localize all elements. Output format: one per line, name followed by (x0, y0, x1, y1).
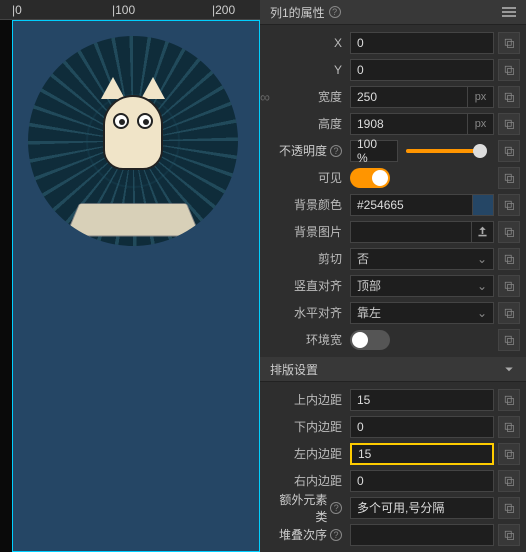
row-bgcolor: 背景颜色 #254665 (260, 191, 526, 218)
copy-icon[interactable] (498, 302, 520, 324)
menu-icon[interactable] (502, 7, 516, 17)
canvas[interactable] (12, 20, 260, 552)
section-header-layout[interactable]: 排版设置 (260, 357, 526, 382)
copy-icon[interactable] (498, 167, 520, 189)
clip-select[interactable]: 否⌄ (350, 248, 494, 270)
copy-icon[interactable] (498, 86, 520, 108)
section-header-column-props[interactable]: 列1的属性? (260, 0, 526, 25)
height-input[interactable]: 1908 (350, 113, 468, 135)
copy-icon[interactable] (498, 140, 520, 162)
chevron-down-icon[interactable] (502, 362, 516, 376)
padding-top-input[interactable]: 15 (350, 389, 494, 411)
unit-px[interactable]: px (468, 86, 494, 108)
visible-toggle[interactable] (350, 168, 390, 188)
content-image[interactable] (28, 36, 238, 246)
copy-icon[interactable] (498, 275, 520, 297)
copy-icon[interactable] (498, 221, 520, 243)
row-height: 高度 1908 px (260, 110, 526, 137)
copy-icon[interactable] (498, 113, 520, 135)
halign-select[interactable]: 靠左⌄ (350, 302, 494, 324)
copy-icon[interactable] (498, 248, 520, 270)
opacity-input[interactable]: 100 % (350, 140, 398, 162)
row-x: X 0 (260, 29, 526, 56)
extra-class-input[interactable]: 多个可用,号分隔 (350, 497, 494, 519)
width-input[interactable]: 250 (350, 86, 468, 108)
padding-left-input[interactable]: 15 (350, 443, 494, 465)
copy-icon[interactable] (498, 32, 520, 54)
color-swatch[interactable] (472, 194, 494, 216)
row-padding-left: 左内边距 15 (260, 440, 526, 467)
unit-px[interactable]: px (468, 113, 494, 135)
copy-icon[interactable] (498, 194, 520, 216)
section-title: 排版设置 (270, 361, 318, 378)
padding-bottom-input[interactable]: 0 (350, 416, 494, 438)
upload-icon[interactable] (472, 221, 494, 243)
row-valign: 竖直对齐 顶部⌄ (260, 272, 526, 299)
copy-icon[interactable] (498, 470, 520, 492)
stack-order-input[interactable] (350, 524, 494, 546)
properties-panel: 列1的属性? X 0 Y 0 ∞ 宽度 250 px 高度 1908 px 不透… (260, 0, 526, 552)
help-icon[interactable]: ? (330, 502, 342, 514)
row-visible: 可见 (260, 164, 526, 191)
opacity-slider[interactable] (406, 149, 486, 153)
row-envwidth: 环境宽 (260, 326, 526, 353)
copy-icon[interactable] (498, 389, 520, 411)
padding-right-input[interactable]: 0 (350, 470, 494, 492)
copy-icon[interactable] (498, 497, 520, 519)
row-bgimg: 背景图片 (260, 218, 526, 245)
help-icon[interactable]: ? (329, 6, 341, 18)
row-opacity: 不透明度? 100 % (260, 137, 526, 164)
y-input[interactable]: 0 (350, 59, 494, 81)
row-halign: 水平对齐 靠左⌄ (260, 299, 526, 326)
row-padding-top: 上内边距 15 (260, 386, 526, 413)
copy-icon[interactable] (498, 416, 520, 438)
bgimg-input[interactable] (350, 221, 472, 243)
envwidth-toggle[interactable] (350, 330, 390, 350)
section-title: 列1的属性 (270, 4, 325, 21)
row-clip: 剪切 否⌄ (260, 245, 526, 272)
ruler-top: |0 |100 |200 (0, 0, 260, 20)
valign-select[interactable]: 顶部⌄ (350, 275, 494, 297)
copy-icon[interactable] (498, 524, 520, 546)
row-y: Y 0 (260, 56, 526, 83)
bgcolor-input[interactable]: #254665 (350, 194, 473, 216)
help-icon[interactable]: ? (330, 145, 342, 157)
copy-icon[interactable] (498, 329, 520, 351)
x-input[interactable]: 0 (350, 32, 494, 54)
copy-icon[interactable] (498, 59, 520, 81)
row-width: ∞ 宽度 250 px (260, 83, 526, 110)
help-icon[interactable]: ? (330, 529, 342, 541)
canvas-area: |0 |100 |200 (0, 0, 260, 552)
copy-icon[interactable] (498, 443, 520, 465)
row-stack-order: 堆叠次序? (260, 521, 526, 548)
row-extra-class: 额外元素类? 多个可用,号分隔 (260, 494, 526, 521)
link-icon[interactable]: ∞ (260, 89, 270, 105)
row-padding-bottom: 下内边距 0 (260, 413, 526, 440)
